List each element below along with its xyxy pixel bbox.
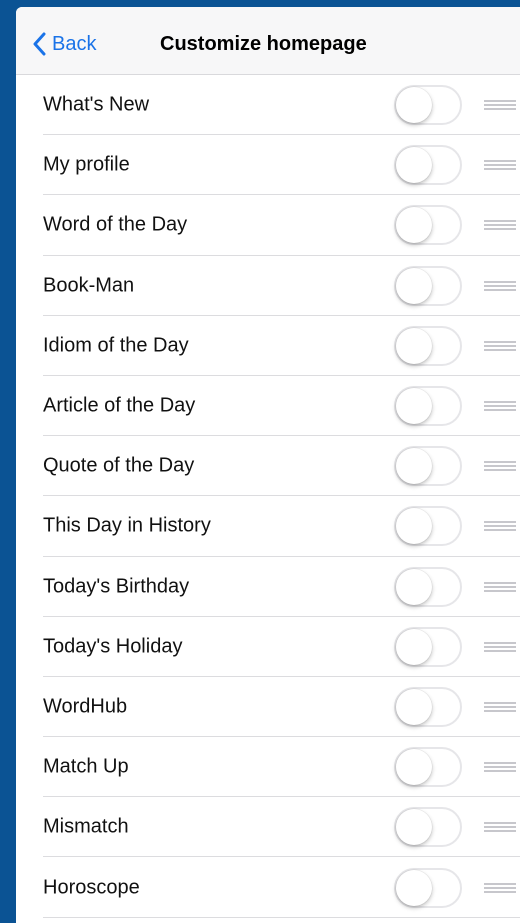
list-item: Today's Holiday: [16, 617, 520, 678]
section-toggle[interactable]: [394, 446, 462, 487]
item-label: Idiom of the Day: [43, 334, 189, 357]
list-item: Today's Birthday: [16, 557, 520, 617]
page-title: Customize homepage: [160, 33, 367, 55]
section-toggle[interactable]: [394, 807, 462, 848]
list-item: Article of the Day: [16, 376, 520, 437]
back-label: Back: [52, 32, 97, 55]
section-toggle[interactable]: [394, 686, 462, 727]
toggle-knob: [396, 749, 432, 786]
item-label: What's New: [43, 93, 150, 116]
item-label: Article of the Day: [43, 394, 196, 417]
section-toggle[interactable]: [394, 626, 462, 667]
list-item: This Day in History: [16, 496, 520, 557]
device-frame: Back Customize homepage What's New My pr…: [0, 0, 520, 923]
drag-handle-icon[interactable]: [484, 882, 516, 893]
section-toggle[interactable]: [394, 566, 462, 607]
drag-handle-icon[interactable]: [484, 762, 516, 773]
item-label: Word of the Day: [43, 213, 188, 236]
item-label: Today's Holiday: [43, 635, 183, 658]
toggle-knob: [396, 327, 432, 364]
item-label: Quote of the Day: [43, 454, 195, 477]
item-label: WordHub: [43, 695, 128, 718]
section-toggle[interactable]: [394, 867, 462, 908]
list-item: Book-Man: [16, 256, 520, 316]
toggle-knob: [396, 809, 432, 846]
section-toggle[interactable]: [394, 145, 462, 186]
drag-handle-icon[interactable]: [484, 701, 516, 712]
drag-handle-icon[interactable]: [484, 160, 516, 171]
item-label: Match Up: [43, 755, 129, 778]
item-label: Horoscope: [43, 876, 140, 899]
drag-handle-icon[interactable]: [484, 581, 516, 592]
list-item: Quote of the Day: [16, 436, 520, 497]
list-item: Idiom of the Day: [16, 316, 520, 377]
section-toggle[interactable]: [394, 205, 462, 246]
section-toggle[interactable]: [394, 386, 462, 427]
toggle-knob: [396, 508, 432, 545]
back-button[interactable]: Back: [32, 29, 96, 59]
toggle-knob: [396, 628, 432, 665]
drag-handle-icon[interactable]: [484, 220, 516, 231]
item-label: Today's Birthday: [43, 575, 190, 598]
drag-handle-icon[interactable]: [484, 521, 516, 532]
toggle-knob: [396, 267, 432, 304]
toggle-knob: [396, 87, 432, 124]
list-item: Mismatch: [16, 797, 520, 858]
drag-handle-icon[interactable]: [484, 461, 516, 472]
section-toggle[interactable]: [394, 747, 462, 788]
list-item: Match Up: [16, 737, 520, 798]
toggle-knob: [396, 568, 432, 605]
item-label: This Day in History: [43, 514, 211, 537]
toggle-knob: [396, 147, 432, 184]
list-item: What's New: [16, 75, 520, 136]
list-item: WordHub: [16, 677, 520, 738]
drag-handle-icon[interactable]: [484, 100, 516, 111]
toggle-knob: [396, 688, 432, 725]
item-label: My profile: [43, 153, 130, 176]
section-toggle[interactable]: [394, 85, 462, 126]
drag-handle-icon[interactable]: [484, 280, 516, 291]
chevron-left-icon: [33, 32, 46, 56]
drag-handle-icon[interactable]: [484, 401, 516, 412]
item-label: Book-Man: [43, 274, 135, 297]
list-item: Word of the Day: [16, 195, 520, 256]
section-toggle[interactable]: [394, 506, 462, 547]
section-toggle[interactable]: [394, 325, 462, 366]
drag-handle-icon[interactable]: [484, 340, 516, 351]
toggle-knob: [396, 448, 432, 485]
item-label: Mismatch: [43, 815, 129, 838]
navigation-bar: Back Customize homepage: [16, 7, 520, 75]
homepage-sections-list: What's New My profile Word of the Day Bo…: [16, 75, 520, 918]
list-item: Horoscope: [16, 857, 520, 918]
app-screen: Back Customize homepage What's New My pr…: [16, 7, 520, 923]
toggle-knob: [396, 388, 432, 425]
drag-handle-icon[interactable]: [484, 822, 516, 833]
list-item: My profile: [16, 135, 520, 196]
toggle-knob: [396, 869, 432, 906]
drag-handle-icon[interactable]: [484, 641, 516, 652]
toggle-knob: [396, 207, 432, 244]
section-toggle[interactable]: [394, 265, 462, 306]
